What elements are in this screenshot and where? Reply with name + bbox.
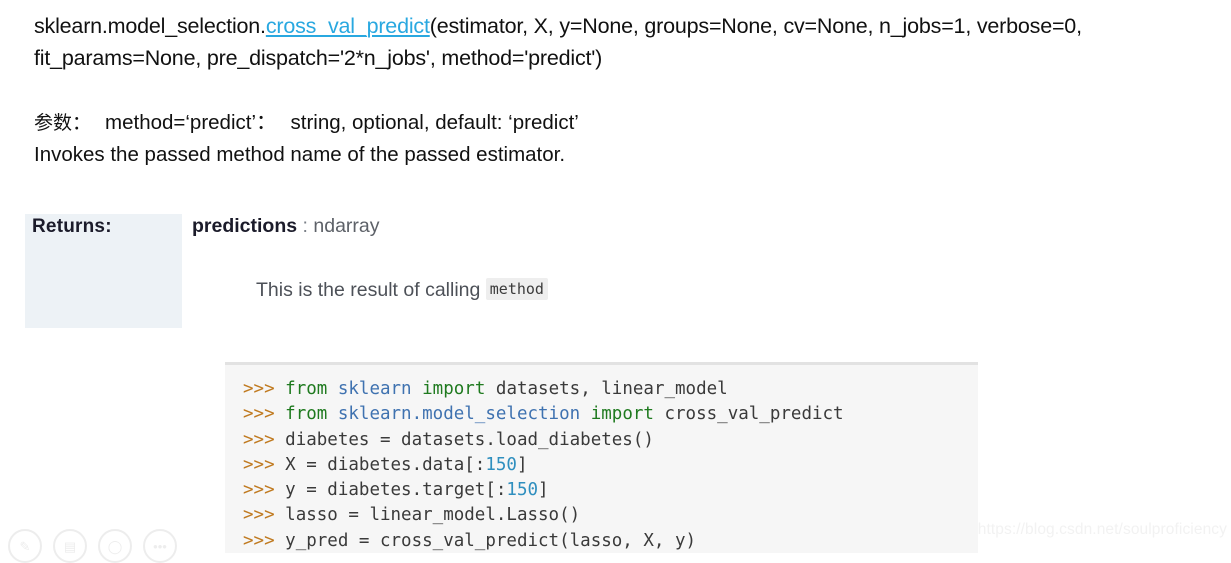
circle-icon[interactable]: ◯ [98, 529, 132, 563]
code-token-kw: from [285, 379, 338, 399]
code-line: >>> from sklearn import datasets, linear… [243, 377, 978, 402]
more-icon[interactable]: ••• [143, 529, 177, 563]
code-token-kw: import [422, 379, 496, 399]
bottom-icon-strip: ✎ ▤ ◯ ••• [8, 529, 177, 563]
pencil-icon[interactable]: ✎ [8, 529, 42, 563]
returns-description-text: This is the result of calling [256, 279, 481, 301]
code-token-kw: import [590, 404, 665, 425]
code-token-num: 150 [485, 454, 517, 475]
code-token-prompt: >>> [243, 379, 286, 399]
code-line: >>> X = diabetes.data[:150] [243, 453, 978, 478]
code-line: >>> lasso = linear_model.Lasso() [243, 503, 978, 528]
signature-module-prefix: sklearn.model_selection. [34, 14, 266, 38]
code-token-prompt: >>> [243, 480, 286, 501]
image-icon[interactable]: ▤ [53, 529, 87, 563]
code-token-prompt: >>> [243, 530, 286, 551]
returns-description: This is the result of calling method [256, 278, 548, 302]
returns-type-row: predictions : ndarray [192, 215, 380, 238]
params-label-cjk: 参数： [34, 112, 92, 134]
params-invokes-text: Invokes the passed method name of the pa… [34, 143, 566, 166]
code-token-plain: ] [516, 454, 528, 475]
params-method-type: string, optional, default: ‘predict’ [290, 111, 579, 134]
function-signature: sklearn.model_selection.cross_val_predic… [34, 10, 1224, 74]
code-token-prompt: >>> [243, 454, 286, 475]
returns-description-code: method [485, 278, 548, 300]
code-token-num: 150 [506, 480, 539, 501]
returns-separator: : [302, 215, 308, 237]
code-token-plain: y = diabetes.target[: [285, 480, 507, 501]
parameter-description: 参数： method=‘predict’： string, optional, de… [34, 108, 579, 170]
pencil-icon-glyph: ✎ [19, 538, 31, 554]
cross-val-predict-link[interactable]: cross_val_predict [266, 14, 430, 38]
code-token-plain: ] [538, 480, 549, 501]
code-line: >>> y_pred = cross_val_predict(lasso, X,… [243, 529, 978, 553]
code-token-mod: sklearn.model_selection [337, 404, 591, 425]
code-token-plain: cross_val_predict [664, 404, 844, 425]
code-line: >>> from sklearn.model_selection import … [243, 402, 978, 427]
code-line: >>> y = diabetes.target[:150] [243, 478, 978, 503]
csdn-watermark: https://blog.csdn.net/soulproficiency [977, 521, 1227, 538]
code-token-plain: y_pred = cross_val_predict(lasso, X, y) [285, 530, 697, 551]
returns-variable-name: predictions [192, 215, 298, 237]
code-example-block: >>> from sklearn import datasets, linear… [225, 362, 978, 553]
signature-args-line1: (estimator, X, y=None, groups=None, cv=N… [429, 14, 1082, 38]
code-token-plain: datasets, linear_model [495, 379, 728, 399]
circle-icon-glyph: ◯ [107, 538, 123, 554]
image-icon-glyph: ▤ [63, 538, 77, 554]
code-token-plain: X = diabetes.data[: [285, 454, 486, 475]
returns-label: Returns: [32, 216, 112, 237]
code-token-prompt: >>> [243, 505, 286, 526]
signature-args-line2: fit_params=None, pre_dispatch='2*n_jobs'… [34, 46, 603, 70]
params-method-signature: method=‘predict’： [105, 111, 277, 134]
more-icon-glyph: ••• [153, 538, 167, 554]
code-token-prompt: >>> [243, 429, 286, 450]
returns-type-name: ndarray [313, 215, 380, 237]
code-token-mod: sklearn [337, 379, 423, 399]
code-token-plain: lasso = linear_model.Lasso() [285, 505, 581, 526]
code-token-kw: from [285, 404, 338, 425]
code-line: >>> diabetes = datasets.load_diabetes() [243, 428, 978, 453]
code-token-prompt: >>> [243, 404, 286, 425]
code-token-plain: diabetes = datasets.load_diabetes() [285, 429, 654, 450]
